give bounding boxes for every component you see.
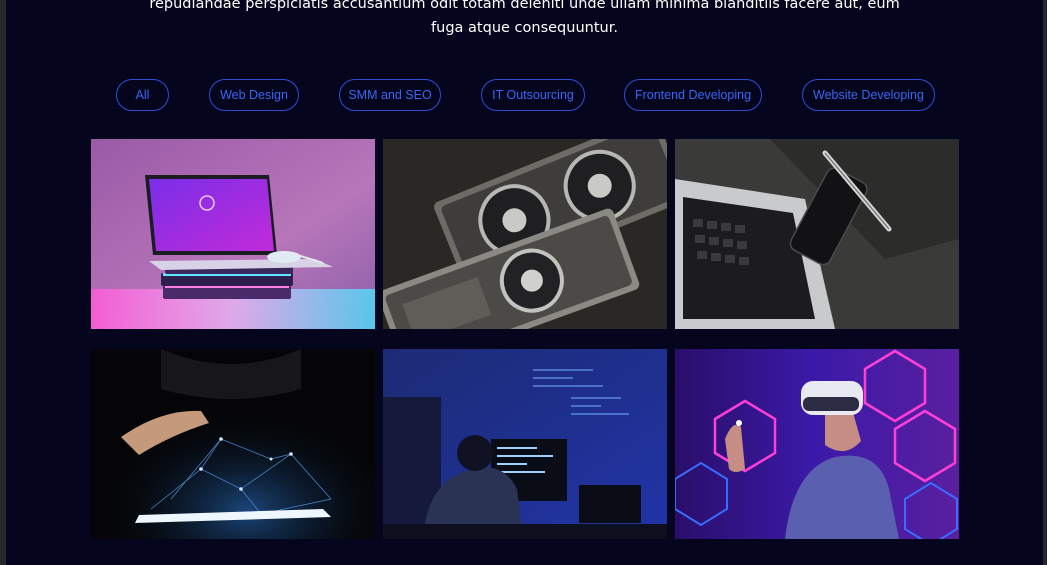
laptop-books-image — [91, 139, 375, 329]
filter-frontend-developing-button[interactable]: Frontend Developing — [624, 79, 762, 111]
filter-all-button[interactable]: All — [116, 79, 169, 111]
portfolio-item-laptop-books[interactable] — [91, 139, 375, 329]
portfolio-item-holographic-tablet[interactable] — [91, 349, 375, 539]
filter-it-outsourcing-button[interactable]: IT Outsourcing — [481, 79, 585, 111]
portfolio-item-graphics-cards[interactable] — [383, 139, 667, 329]
filter-web-design-button[interactable]: Web Design — [209, 79, 299, 111]
portfolio-filter-bar: All Web Design SMM and SEO IT Outsourcin… — [0, 79, 1047, 113]
intro-text: repudiandae perspiciatis accusantium odi… — [6, 0, 1043, 40]
intro-line-2: fuga atque consequuntur. — [431, 20, 618, 36]
developer-desk-image — [383, 349, 667, 539]
graphics-cards-image — [383, 139, 667, 329]
holographic-tablet-image — [91, 349, 375, 539]
portfolio-item-laptop-phone[interactable] — [675, 139, 959, 329]
filter-smm-seo-button[interactable]: SMM and SEO — [339, 79, 441, 111]
portfolio-item-vr-headset[interactable] — [675, 349, 959, 539]
intro-line-1: repudiandae perspiciatis accusantium odi… — [149, 0, 900, 12]
laptop-phone-image — [675, 139, 959, 329]
filter-website-developing-button[interactable]: Website Developing — [802, 79, 935, 111]
vr-headset-image — [675, 349, 959, 539]
portfolio-item-developer-desk[interactable] — [383, 349, 667, 539]
